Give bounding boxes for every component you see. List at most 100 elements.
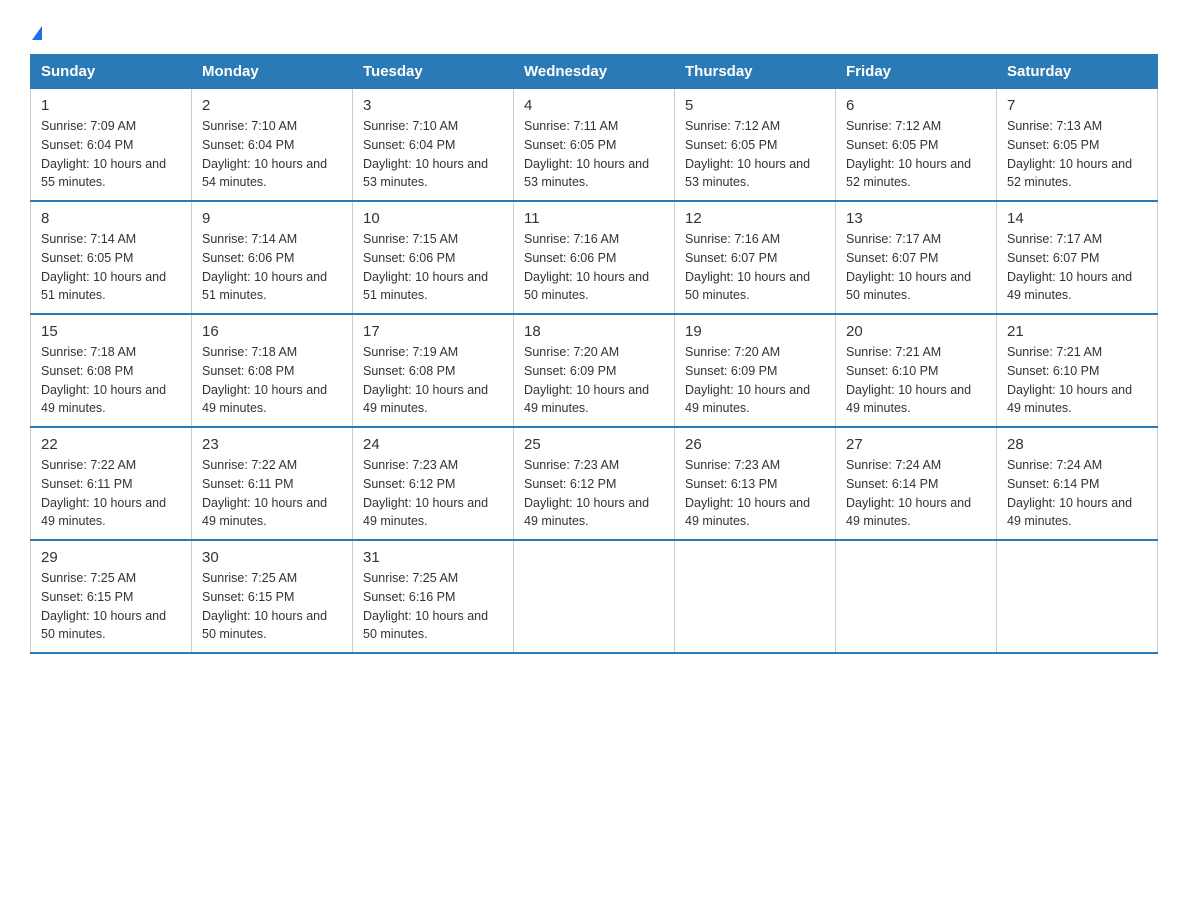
day-info: Sunrise: 7:09 AMSunset: 6:04 PMDaylight:… [41, 117, 181, 192]
day-info: Sunrise: 7:24 AMSunset: 6:14 PMDaylight:… [1007, 456, 1147, 531]
day-number: 16 [202, 323, 342, 340]
day-number: 30 [202, 549, 342, 566]
day-number: 5 [685, 97, 825, 114]
calendar-day-cell: 29 Sunrise: 7:25 AMSunset: 6:15 PMDayligh… [31, 540, 192, 653]
calendar-day-cell: 22 Sunrise: 7:22 AMSunset: 6:11 PMDayligh… [31, 427, 192, 540]
calendar-day-cell: 11 Sunrise: 7:16 AMSunset: 6:06 PMDayligh… [514, 201, 675, 314]
calendar-day-cell: 4 Sunrise: 7:11 AMSunset: 6:05 PMDaylight… [514, 89, 675, 202]
page-header [30, 20, 1158, 44]
calendar-day-cell: 28Sunrise: 7:24 AMSunset: 6:14 PMDayligh… [997, 427, 1158, 540]
day-number: 18 [524, 323, 664, 340]
calendar-header-saturday: Saturday [997, 55, 1158, 89]
calendar-header-row: SundayMondayTuesdayWednesdayThursdayFrid… [31, 55, 1158, 89]
day-info: Sunrise: 7:21 AMSunset: 6:10 PMDaylight:… [846, 343, 986, 418]
calendar-header-sunday: Sunday [31, 55, 192, 89]
calendar-week-row: 15 Sunrise: 7:18 AMSunset: 6:08 PMDayligh… [31, 314, 1158, 427]
logo-triangle-icon [32, 26, 42, 40]
calendar-day-cell: 3 Sunrise: 7:10 AMSunset: 6:04 PMDaylight… [353, 89, 514, 202]
calendar-day-cell: 5Sunrise: 7:12 AMSunset: 6:05 PMDaylight… [675, 89, 836, 202]
day-info: Sunrise: 7:25 AMSunset: 6:15 PMDaylight:… [41, 569, 181, 644]
day-number: 31 [363, 549, 503, 566]
calendar-day-cell [836, 540, 997, 653]
day-info: Sunrise: 7:20 AMSunset: 6:09 PMDaylight:… [524, 343, 664, 418]
calendar-header-monday: Monday [192, 55, 353, 89]
calendar-day-cell: 1 Sunrise: 7:09 AMSunset: 6:04 PMDaylight… [31, 89, 192, 202]
calendar-day-cell: 13 Sunrise: 7:17 AMSunset: 6:07 PMDayligh… [836, 201, 997, 314]
day-number: 13 [846, 210, 986, 227]
day-number: 21 [1007, 323, 1147, 340]
day-info: Sunrise: 7:15 AMSunset: 6:06 PMDaylight:… [363, 230, 503, 305]
day-info: Sunrise: 7:23 AMSunset: 6:13 PMDaylight:… [685, 456, 825, 531]
logo [30, 20, 42, 44]
day-info: Sunrise: 7:17 AMSunset: 6:07 PMDaylight:… [846, 230, 986, 305]
calendar-week-row: 29 Sunrise: 7:25 AMSunset: 6:15 PMDayligh… [31, 540, 1158, 653]
day-number: 7 [1007, 97, 1147, 114]
day-number: 14 [1007, 210, 1147, 227]
day-info: Sunrise: 7:18 AMSunset: 6:08 PMDaylight:… [41, 343, 181, 418]
calendar-day-cell: 15 Sunrise: 7:18 AMSunset: 6:08 PMDayligh… [31, 314, 192, 427]
day-number: 22 [41, 436, 181, 453]
calendar-week-row: 22 Sunrise: 7:22 AMSunset: 6:11 PMDayligh… [31, 427, 1158, 540]
day-info: Sunrise: 7:17 AMSunset: 6:07 PMDaylight:… [1007, 230, 1147, 305]
day-number: 3 [363, 97, 503, 114]
calendar-table: SundayMondayTuesdayWednesdayThursdayFrid… [30, 54, 1158, 654]
day-number: 8 [41, 210, 181, 227]
day-number: 24 [363, 436, 503, 453]
day-info: Sunrise: 7:22 AMSunset: 6:11 PMDaylight:… [41, 456, 181, 531]
calendar-day-cell: 27Sunrise: 7:24 AMSunset: 6:14 PMDayligh… [836, 427, 997, 540]
calendar-day-cell: 31Sunrise: 7:25 AMSunset: 6:16 PMDayligh… [353, 540, 514, 653]
day-number: 4 [524, 97, 664, 114]
day-number: 1 [41, 97, 181, 114]
day-number: 17 [363, 323, 503, 340]
calendar-day-cell: 12 Sunrise: 7:16 AMSunset: 6:07 PMDayligh… [675, 201, 836, 314]
calendar-day-cell: 2 Sunrise: 7:10 AMSunset: 6:04 PMDaylight… [192, 89, 353, 202]
day-number: 25 [524, 436, 664, 453]
day-info: Sunrise: 7:16 AMSunset: 6:07 PMDaylight:… [685, 230, 825, 305]
calendar-day-cell: 16 Sunrise: 7:18 AMSunset: 6:08 PMDayligh… [192, 314, 353, 427]
day-number: 19 [685, 323, 825, 340]
calendar-day-cell: 21 Sunrise: 7:21 AMSunset: 6:10 PMDayligh… [997, 314, 1158, 427]
calendar-day-cell: 9Sunrise: 7:14 AMSunset: 6:06 PMDaylight… [192, 201, 353, 314]
day-info: Sunrise: 7:16 AMSunset: 6:06 PMDaylight:… [524, 230, 664, 305]
day-info: Sunrise: 7:23 AMSunset: 6:12 PMDaylight:… [363, 456, 503, 531]
day-number: 26 [685, 436, 825, 453]
day-info: Sunrise: 7:20 AMSunset: 6:09 PMDaylight:… [685, 343, 825, 418]
day-number: 15 [41, 323, 181, 340]
day-info: Sunrise: 7:13 AMSunset: 6:05 PMDaylight:… [1007, 117, 1147, 192]
calendar-day-cell: 20 Sunrise: 7:21 AMSunset: 6:10 PMDayligh… [836, 314, 997, 427]
calendar-header-tuesday: Tuesday [353, 55, 514, 89]
day-number: 27 [846, 436, 986, 453]
day-number: 29 [41, 549, 181, 566]
calendar-day-cell [514, 540, 675, 653]
day-info: Sunrise: 7:10 AMSunset: 6:04 PMDaylight:… [363, 117, 503, 192]
calendar-day-cell: 10Sunrise: 7:15 AMSunset: 6:06 PMDayligh… [353, 201, 514, 314]
day-number: 2 [202, 97, 342, 114]
day-number: 20 [846, 323, 986, 340]
calendar-day-cell: 26 Sunrise: 7:23 AMSunset: 6:13 PMDayligh… [675, 427, 836, 540]
day-number: 12 [685, 210, 825, 227]
calendar-day-cell: 24 Sunrise: 7:23 AMSunset: 6:12 PMDayligh… [353, 427, 514, 540]
day-number: 23 [202, 436, 342, 453]
calendar-day-cell: 25 Sunrise: 7:23 AMSunset: 6:12 PMDayligh… [514, 427, 675, 540]
day-info: Sunrise: 7:22 AMSunset: 6:11 PMDaylight:… [202, 456, 342, 531]
day-info: Sunrise: 7:18 AMSunset: 6:08 PMDaylight:… [202, 343, 342, 418]
day-number: 11 [524, 210, 664, 227]
calendar-day-cell [675, 540, 836, 653]
calendar-day-cell: 8Sunrise: 7:14 AMSunset: 6:05 PMDaylight… [31, 201, 192, 314]
day-info: Sunrise: 7:11 AMSunset: 6:05 PMDaylight:… [524, 117, 664, 192]
calendar-day-cell: 14 Sunrise: 7:17 AMSunset: 6:07 PMDayligh… [997, 201, 1158, 314]
day-info: Sunrise: 7:23 AMSunset: 6:12 PMDaylight:… [524, 456, 664, 531]
calendar-header-friday: Friday [836, 55, 997, 89]
day-info: Sunrise: 7:12 AMSunset: 6:05 PMDaylight:… [846, 117, 986, 192]
day-number: 6 [846, 97, 986, 114]
calendar-header-thursday: Thursday [675, 55, 836, 89]
calendar-week-row: 8Sunrise: 7:14 AMSunset: 6:05 PMDaylight… [31, 201, 1158, 314]
day-info: Sunrise: 7:14 AMSunset: 6:06 PMDaylight:… [202, 230, 342, 305]
calendar-day-cell: 17Sunrise: 7:19 AMSunset: 6:08 PMDayligh… [353, 314, 514, 427]
calendar-day-cell: 6 Sunrise: 7:12 AMSunset: 6:05 PMDaylight… [836, 89, 997, 202]
day-info: Sunrise: 7:25 AMSunset: 6:15 PMDaylight:… [202, 569, 342, 644]
calendar-day-cell [997, 540, 1158, 653]
day-info: Sunrise: 7:10 AMSunset: 6:04 PMDaylight:… [202, 117, 342, 192]
calendar-day-cell: 7 Sunrise: 7:13 AMSunset: 6:05 PMDaylight… [997, 89, 1158, 202]
day-info: Sunrise: 7:21 AMSunset: 6:10 PMDaylight:… [1007, 343, 1147, 418]
